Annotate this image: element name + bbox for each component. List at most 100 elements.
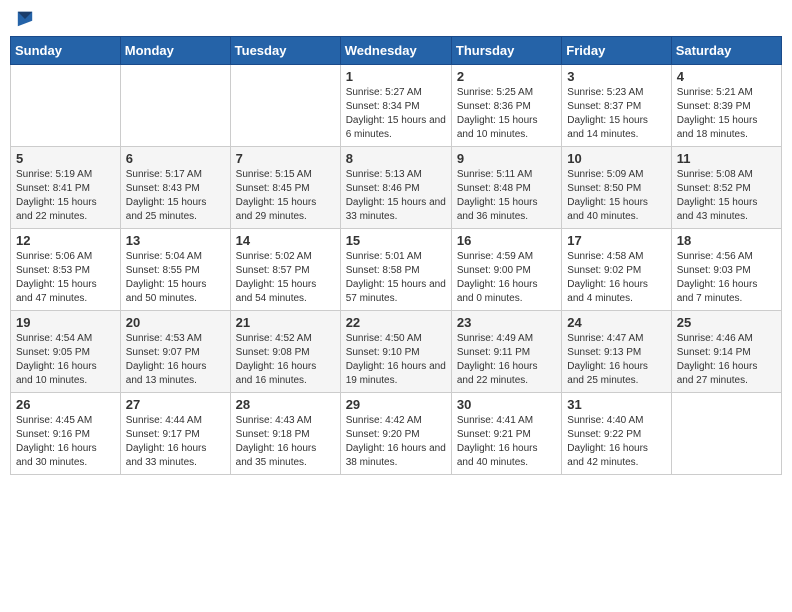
- day-info: Sunrise: 4:40 AM Sunset: 9:22 PM Dayligh…: [567, 414, 665, 470]
- day-info: Sunrise: 5:04 AM Sunset: 8:55 PM Dayligh…: [126, 250, 225, 306]
- calendar-cell: 22 Sunrise: 4:50 AM Sunset: 9:10 PM Dayli…: [340, 311, 451, 393]
- page-header: [10, 10, 782, 28]
- day-number: 29: [346, 397, 446, 412]
- day-info: Sunrise: 5:21 AM Sunset: 8:39 PM Dayligh…: [677, 86, 776, 142]
- calendar-cell: 3 Sunrise: 5:23 AM Sunset: 8:37 PM Daylig…: [562, 65, 671, 147]
- calendar-cell: 16 Sunrise: 4:59 AM Sunset: 9:00 PM Dayli…: [451, 229, 561, 311]
- logo-flag-icon: [16, 10, 34, 28]
- day-info: Sunrise: 5:13 AM Sunset: 8:46 PM Dayligh…: [346, 168, 446, 224]
- day-info: Sunrise: 5:17 AM Sunset: 8:43 PM Dayligh…: [126, 168, 225, 224]
- day-number: 12: [16, 233, 115, 248]
- calendar-cell: 11 Sunrise: 5:08 AM Sunset: 8:52 PM Dayli…: [671, 147, 781, 229]
- calendar-cell: 13 Sunrise: 5:04 AM Sunset: 8:55 PM Dayli…: [120, 229, 230, 311]
- day-info: Sunrise: 4:41 AM Sunset: 9:21 PM Dayligh…: [457, 414, 556, 470]
- day-number: 28: [236, 397, 335, 412]
- day-number: 14: [236, 233, 335, 248]
- calendar-cell: 9 Sunrise: 5:11 AM Sunset: 8:48 PM Daylig…: [451, 147, 561, 229]
- calendar-header-row: SundayMondayTuesdayWednesdayThursdayFrid…: [11, 37, 782, 65]
- calendar-cell: 1Sunrise: 5:27 AM Sunset: 8:34 PM Daylig…: [340, 65, 451, 147]
- day-info: Sunrise: 4:47 AM Sunset: 9:13 PM Dayligh…: [567, 332, 665, 388]
- day-number: 31: [567, 397, 665, 412]
- day-number: 15: [346, 233, 446, 248]
- day-info: Sunrise: 5:11 AM Sunset: 8:48 PM Dayligh…: [457, 168, 556, 224]
- calendar-day-header: Tuesday: [230, 37, 340, 65]
- calendar-cell: 5 Sunrise: 5:19 AM Sunset: 8:41 PM Daylig…: [11, 147, 121, 229]
- day-info: Sunrise: 4:52 AM Sunset: 9:08 PM Dayligh…: [236, 332, 335, 388]
- day-info: Sunrise: 4:54 AM Sunset: 9:05 PM Dayligh…: [16, 332, 115, 388]
- calendar-cell: 24Sunrise: 4:47 AM Sunset: 9:13 PM Dayli…: [562, 311, 671, 393]
- day-info: Sunrise: 5:08 AM Sunset: 8:52 PM Dayligh…: [677, 168, 776, 224]
- day-number: 4: [677, 69, 776, 84]
- calendar-cell: 29 Sunrise: 4:42 AM Sunset: 9:20 PM Dayli…: [340, 393, 451, 475]
- calendar-cell: 18Sunrise: 4:56 AM Sunset: 9:03 PM Dayli…: [671, 229, 781, 311]
- day-info: Sunrise: 5:15 AM Sunset: 8:45 PM Dayligh…: [236, 168, 335, 224]
- calendar-cell: 8 Sunrise: 5:13 AM Sunset: 8:46 PM Daylig…: [340, 147, 451, 229]
- calendar-day-header: Saturday: [671, 37, 781, 65]
- day-info: Sunrise: 4:46 AM Sunset: 9:14 PM Dayligh…: [677, 332, 776, 388]
- day-number: 23: [457, 315, 556, 330]
- day-info: Sunrise: 5:19 AM Sunset: 8:41 PM Dayligh…: [16, 168, 115, 224]
- calendar-cell: 20 Sunrise: 4:53 AM Sunset: 9:07 PM Dayli…: [120, 311, 230, 393]
- calendar-day-header: Friday: [562, 37, 671, 65]
- calendar-cell: 25 Sunrise: 4:46 AM Sunset: 9:14 PM Dayli…: [671, 311, 781, 393]
- day-number: 22: [346, 315, 446, 330]
- calendar-week-row: 5 Sunrise: 5:19 AM Sunset: 8:41 PM Daylig…: [11, 147, 782, 229]
- day-number: 11: [677, 151, 776, 166]
- day-number: 18: [677, 233, 776, 248]
- day-number: 3: [567, 69, 665, 84]
- calendar-cell: 7 Sunrise: 5:15 AM Sunset: 8:45 PM Daylig…: [230, 147, 340, 229]
- calendar-cell: [671, 393, 781, 475]
- calendar-cell: 15 Sunrise: 5:01 AM Sunset: 8:58 PM Dayli…: [340, 229, 451, 311]
- calendar-cell: 6Sunrise: 5:17 AM Sunset: 8:43 PM Daylig…: [120, 147, 230, 229]
- calendar-cell: [120, 65, 230, 147]
- day-number: 9: [457, 151, 556, 166]
- day-number: 21: [236, 315, 335, 330]
- calendar-cell: 12 Sunrise: 5:06 AM Sunset: 8:53 PM Dayli…: [11, 229, 121, 311]
- calendar-week-row: 1Sunrise: 5:27 AM Sunset: 8:34 PM Daylig…: [11, 65, 782, 147]
- day-number: 2: [457, 69, 556, 84]
- day-info: Sunrise: 5:23 AM Sunset: 8:37 PM Dayligh…: [567, 86, 665, 142]
- calendar-day-header: Thursday: [451, 37, 561, 65]
- day-info: Sunrise: 5:06 AM Sunset: 8:53 PM Dayligh…: [16, 250, 115, 306]
- day-number: 20: [126, 315, 225, 330]
- day-info: Sunrise: 4:50 AM Sunset: 9:10 PM Dayligh…: [346, 332, 446, 388]
- day-number: 7: [236, 151, 335, 166]
- day-info: Sunrise: 5:02 AM Sunset: 8:57 PM Dayligh…: [236, 250, 335, 306]
- calendar-table: SundayMondayTuesdayWednesdayThursdayFrid…: [10, 36, 782, 475]
- day-number: 10: [567, 151, 665, 166]
- calendar-cell: 31 Sunrise: 4:40 AM Sunset: 9:22 PM Dayli…: [562, 393, 671, 475]
- calendar-week-row: 12 Sunrise: 5:06 AM Sunset: 8:53 PM Dayli…: [11, 229, 782, 311]
- day-info: Sunrise: 5:25 AM Sunset: 8:36 PM Dayligh…: [457, 86, 556, 142]
- day-number: 19: [16, 315, 115, 330]
- calendar-cell: 28 Sunrise: 4:43 AM Sunset: 9:18 PM Dayli…: [230, 393, 340, 475]
- calendar-cell: 10 Sunrise: 5:09 AM Sunset: 8:50 PM Dayli…: [562, 147, 671, 229]
- calendar-cell: 21 Sunrise: 4:52 AM Sunset: 9:08 PM Dayli…: [230, 311, 340, 393]
- day-info: Sunrise: 4:43 AM Sunset: 9:18 PM Dayligh…: [236, 414, 335, 470]
- day-number: 30: [457, 397, 556, 412]
- calendar-day-header: Monday: [120, 37, 230, 65]
- day-info: Sunrise: 4:59 AM Sunset: 9:00 PM Dayligh…: [457, 250, 556, 306]
- day-info: Sunrise: 4:42 AM Sunset: 9:20 PM Dayligh…: [346, 414, 446, 470]
- calendar-cell: [11, 65, 121, 147]
- calendar-cell: 4 Sunrise: 5:21 AM Sunset: 8:39 PM Daylig…: [671, 65, 781, 147]
- calendar-cell: 17 Sunrise: 4:58 AM Sunset: 9:02 PM Dayli…: [562, 229, 671, 311]
- calendar-week-row: 26Sunrise: 4:45 AM Sunset: 9:16 PM Dayli…: [11, 393, 782, 475]
- day-info: Sunrise: 5:09 AM Sunset: 8:50 PM Dayligh…: [567, 168, 665, 224]
- day-number: 8: [346, 151, 446, 166]
- day-number: 17: [567, 233, 665, 248]
- day-info: Sunrise: 4:53 AM Sunset: 9:07 PM Dayligh…: [126, 332, 225, 388]
- day-number: 26: [16, 397, 115, 412]
- calendar-day-header: Sunday: [11, 37, 121, 65]
- logo: [14, 10, 34, 28]
- day-number: 5: [16, 151, 115, 166]
- day-number: 25: [677, 315, 776, 330]
- day-info: Sunrise: 4:58 AM Sunset: 9:02 PM Dayligh…: [567, 250, 665, 306]
- calendar-day-header: Wednesday: [340, 37, 451, 65]
- calendar-cell: 14 Sunrise: 5:02 AM Sunset: 8:57 PM Dayli…: [230, 229, 340, 311]
- day-info: Sunrise: 4:49 AM Sunset: 9:11 PM Dayligh…: [457, 332, 556, 388]
- calendar-cell: 30 Sunrise: 4:41 AM Sunset: 9:21 PM Dayli…: [451, 393, 561, 475]
- day-number: 13: [126, 233, 225, 248]
- day-number: 16: [457, 233, 556, 248]
- day-info: Sunrise: 5:01 AM Sunset: 8:58 PM Dayligh…: [346, 250, 446, 306]
- day-number: 27: [126, 397, 225, 412]
